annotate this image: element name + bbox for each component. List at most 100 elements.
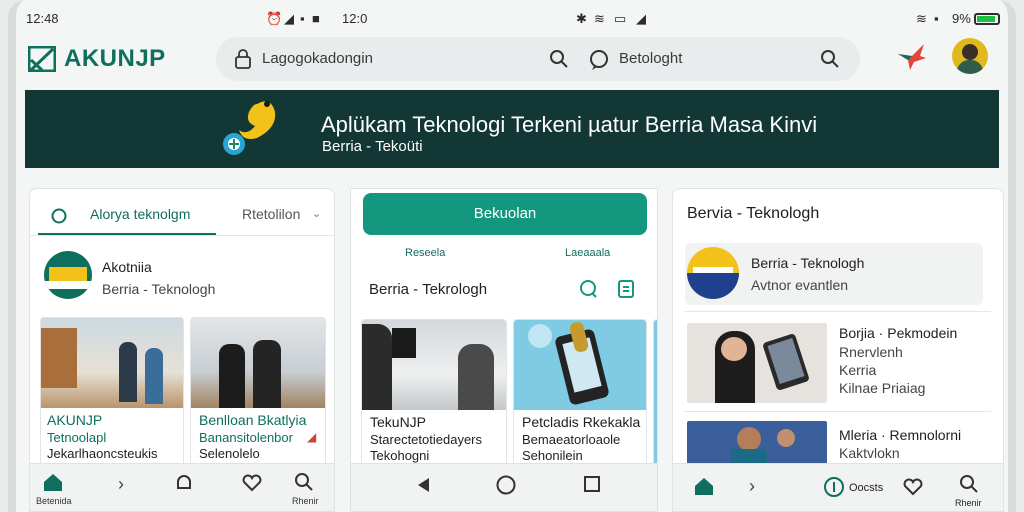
bell-icon[interactable] [174, 472, 194, 494]
heart-icon[interactable] [242, 474, 262, 492]
list-line: Kerria [839, 362, 877, 378]
featured-avatar [687, 247, 739, 299]
profile-subtitle: Berria - Teknologh [102, 281, 216, 297]
news-thumbnail [41, 318, 183, 408]
search-nav-icon[interactable] [959, 474, 979, 494]
bird-icon[interactable] [896, 42, 930, 72]
home-circle-icon[interactable] [495, 474, 517, 496]
search-nav-icon[interactable] [294, 472, 314, 492]
battery-icon [974, 13, 1000, 25]
status-time: 12:48 [26, 11, 59, 26]
refresh-icon [51, 208, 67, 224]
news-line: Tekohogni [370, 448, 430, 463]
nav-search-label[interactable]: Rhenir [292, 496, 319, 506]
tab-technology[interactable]: Alorya teknolgm [38, 199, 216, 235]
news-thumbnail [514, 320, 646, 410]
chevron-down-icon[interactable]: ⌄ [312, 207, 321, 220]
news-line: Starectetotiedayers [370, 432, 483, 447]
news-card[interactable]: Benlloan Bkatlyia Banansitolenbor Seleno… [190, 317, 326, 467]
bookmark-icon[interactable] [617, 279, 635, 299]
status-bar: 12:48 ⏰ ◢ ▪ ■ 12:0 ✱ ≋ ▭ ◢ ≋ ▪ 9% [16, 6, 1008, 32]
lock-icon [235, 49, 251, 69]
wifi-right-icon: ≋ [916, 11, 927, 26]
nav-home-label[interactable]: Betenida [36, 496, 72, 506]
home-icon[interactable] [693, 476, 715, 496]
pin-icon: ◢ [307, 430, 317, 444]
bottom-nav-left: Betenida › Rhenir [30, 463, 334, 511]
logo-mark-icon [28, 46, 56, 72]
wifi-icon: ≋ [594, 11, 605, 26]
news-title: Benlloan Bkatlyia [199, 412, 307, 428]
news-title: AKUNJP [47, 412, 103, 428]
divider [685, 411, 991, 412]
section-title: Berria - Tekrologh [369, 281, 488, 298]
news-line: Bemaeatorloaole [522, 432, 621, 447]
panel-right: Bervia - Teknologh Berria - Teknologh Av… [672, 188, 1004, 512]
link-right[interactable]: Laeaaala [565, 247, 610, 259]
list-line: Rnervlenh [839, 344, 903, 360]
news-line: Tetnoolapl [47, 430, 107, 445]
tab-divider [30, 235, 334, 236]
bottom-nav-right: › Oocsts Rhenir [673, 463, 1003, 511]
top-bar: AKUNJP Lagogokadongin Betologht [16, 34, 1008, 86]
home-icon[interactable] [42, 472, 64, 492]
nav-search-label[interactable]: Rhenir [955, 498, 982, 508]
chat-icon[interactable] [588, 49, 610, 71]
link-left[interactable]: Reseela [405, 247, 445, 259]
signal-icon: ◢ [284, 11, 294, 26]
hero-banner[interactable]: Aplükam Teknologi Terkeni µatur Berria M… [25, 90, 999, 168]
heart-icon[interactable] [903, 478, 923, 496]
panel-center: Bekuolan Reseela Laeaaala Berria - Tekro… [350, 188, 658, 512]
news-card[interactable]: AKUNJP Tetnoolapl Jekarlhaoncsteukis [40, 317, 184, 467]
device-frame: 12:48 ⏰ ◢ ▪ ■ 12:0 ✱ ≋ ▭ ◢ ≋ ▪ 9% AKUNJP [8, 0, 1016, 512]
system-nav [351, 463, 657, 511]
profile-avatar[interactable] [44, 251, 92, 299]
nav-center-label[interactable]: Oocsts [849, 482, 883, 494]
mascot-icon [223, 101, 276, 155]
search-bar[interactable]: Lagogokadongin Betologht [216, 37, 860, 81]
news-card-peek[interactable] [653, 319, 657, 469]
search-input[interactable]: Lagogokadongin [262, 50, 373, 67]
bluetooth-icon: ✱ [576, 11, 587, 26]
list-title: Mleria · Remnolorni [839, 427, 962, 443]
search-right-label[interactable]: Betologht [619, 50, 682, 67]
news-line: Selenolelo [199, 446, 260, 461]
sim-icon: ▪ [934, 11, 939, 26]
tab-other[interactable]: Rtetolilon [242, 206, 300, 222]
info-icon[interactable] [823, 476, 845, 498]
chevron-right-icon[interactable]: › [118, 474, 124, 495]
news-title: TekuNJP [370, 414, 427, 430]
featured-card[interactable]: Berria - Teknologh Avtnor evantlen [685, 243, 983, 305]
tab-technology-label: Alorya teknolgm [90, 206, 191, 222]
status-center-time: 12:0 [342, 11, 368, 26]
section-title: Bervia - Teknologh [687, 205, 820, 222]
panel-left: Alorya teknolgm Rtetolilon ⌄ Akotniia Be… [29, 188, 335, 512]
news-thumbnail [362, 320, 506, 410]
app-logo[interactable]: AKUNJP [28, 44, 166, 74]
search-icon[interactable] [549, 49, 569, 69]
list-title: Borjia · Pekmodein [839, 325, 958, 341]
battery-text: 9% [952, 11, 971, 26]
recents-icon[interactable] [583, 475, 601, 493]
list-line: Kaktvlokn [839, 445, 900, 461]
featured-subtitle: Avtnor evantlen [751, 277, 849, 293]
profile-name[interactable]: Akotniia [102, 259, 152, 275]
primary-action-button[interactable]: Bekuolan [363, 193, 647, 235]
list-line: Kilnae Priaiag [839, 380, 926, 396]
featured-title: Berria - Teknologh [751, 255, 865, 271]
divider [685, 311, 991, 312]
list-thumbnail [687, 421, 827, 469]
app-name: AKUNJP [64, 45, 166, 72]
news-thumbnail [191, 318, 325, 408]
news-line: Banansitolenbor [199, 430, 293, 445]
signal-strength-icon: ◢ [636, 11, 646, 26]
news-title: Petcladis Rkekakla [522, 414, 641, 430]
chevron-right-icon[interactable]: › [749, 476, 755, 497]
back-icon[interactable] [415, 476, 431, 494]
search-secondary-icon[interactable] [820, 49, 840, 69]
banner-title: Aplükam Teknologi Terkeni µatur Berria M… [321, 112, 818, 137]
news-card[interactable]: Petcladis Rkekakla Bemaeatorloaole Sehon… [513, 319, 647, 469]
comment-icon[interactable] [577, 279, 599, 299]
user-avatar[interactable] [952, 38, 988, 74]
news-card[interactable]: TekuNJP Starectetotiedayers Tekohogni [361, 319, 507, 469]
